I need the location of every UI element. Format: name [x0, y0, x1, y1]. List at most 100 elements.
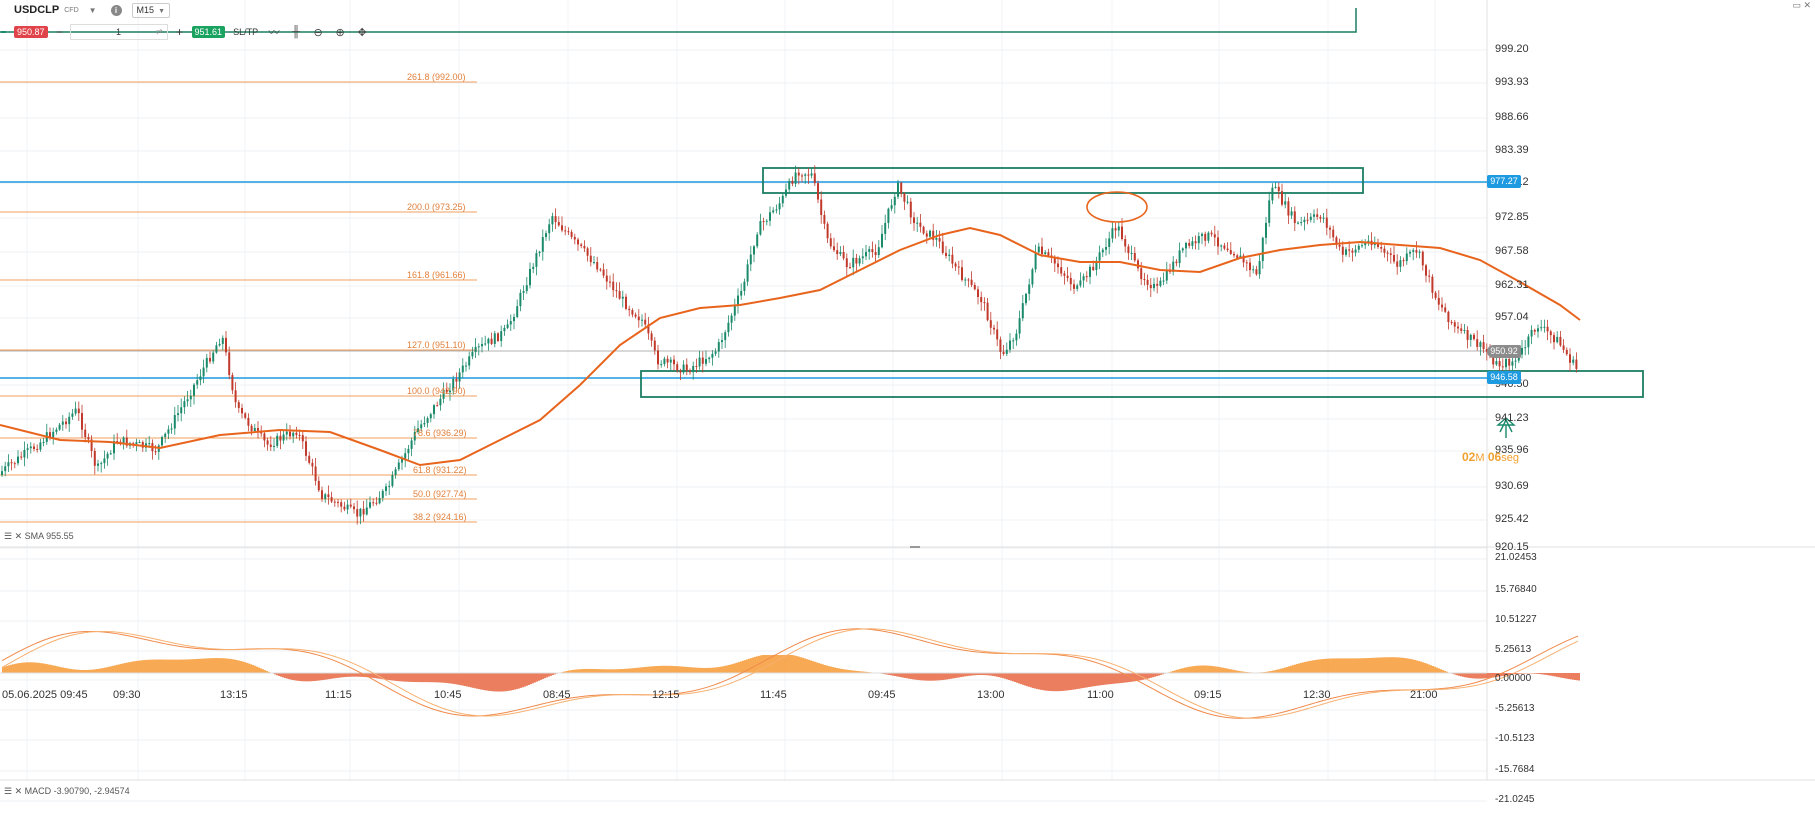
macd-histogram-bar — [1374, 657, 1376, 673]
symbol-dropdown-icon[interactable]: ▼ — [89, 6, 97, 15]
macd-histogram-bar — [916, 673, 918, 680]
macd-histogram-bar — [1076, 673, 1078, 690]
fibonacci-label: 50.0 (927.74) — [413, 489, 467, 499]
macd-histogram-bar — [1376, 657, 1378, 673]
zoom-in-icon[interactable]: ⊕ — [334, 26, 346, 39]
macd-histogram-bar — [522, 673, 524, 688]
macd-histogram-bar — [1350, 658, 1352, 673]
sell-button[interactable]: 950.87 — [14, 26, 48, 38]
candle-body — [17, 456, 19, 464]
macd-legend[interactable]: ☰ ✕ MACD -3.90790, -2.94574 — [4, 786, 130, 797]
candle-body — [516, 306, 519, 317]
macd-histogram-bar — [844, 669, 846, 673]
symbol-name[interactable]: USDCLP — [14, 4, 59, 16]
macd-histogram-bar — [386, 673, 388, 680]
candle-body — [1556, 336, 1559, 343]
macd-histogram-bar — [656, 666, 658, 673]
candle-body — [423, 422, 426, 425]
macd-histogram-bar — [634, 667, 636, 673]
quantity-input[interactable]: 1 ⇄ — [69, 24, 168, 40]
candle-body — [71, 413, 74, 417]
candle-body — [1431, 276, 1434, 293]
macd-histogram-bar — [1086, 673, 1088, 688]
candle-body — [378, 497, 381, 504]
candle-body — [1412, 250, 1415, 252]
candle-body — [641, 319, 643, 321]
macd-histogram-bar — [198, 658, 200, 673]
macd-histogram-bar — [1318, 659, 1320, 673]
macd-histogram-bar — [1084, 673, 1086, 688]
macd-histogram-bar — [172, 659, 174, 673]
macd-histogram-bar — [794, 655, 796, 673]
macd-axis-label: 5.25613 — [1495, 644, 1532, 655]
price-axis-label: 993.93 — [1495, 76, 1529, 88]
candle-body — [1511, 361, 1514, 366]
macd-histogram-bar — [1312, 660, 1314, 673]
candle-body — [845, 258, 848, 268]
macd-histogram-bar — [1088, 673, 1090, 688]
zoom-out-icon[interactable]: ⊖ — [312, 26, 324, 39]
quantity-decrease-button[interactable]: − — [56, 25, 64, 39]
buy-button[interactable]: 951.61 — [191, 26, 226, 38]
candle-body — [148, 443, 151, 445]
macd-histogram-bar — [660, 665, 662, 673]
macd-histogram-bar — [814, 661, 816, 673]
candle-body — [228, 352, 231, 376]
macd-histogram-bar — [180, 659, 182, 673]
candle-body — [823, 215, 826, 224]
candle-body — [637, 316, 640, 321]
macd-histogram-bar — [810, 660, 812, 673]
macd-histogram-bar — [940, 673, 942, 681]
price-chart[interactable] — [0, 0, 1815, 816]
candle-body — [301, 435, 304, 442]
macd-histogram-bar — [1104, 673, 1106, 685]
macd-histogram-bar — [1208, 665, 1210, 673]
candle-body — [1130, 253, 1133, 255]
sltp-button[interactable]: SL/TP — [233, 27, 258, 37]
candle-body — [1505, 358, 1507, 368]
info-icon[interactable]: i — [110, 4, 122, 16]
macd-histogram-bar — [442, 673, 444, 683]
candle-type-icon[interactable]: ╫ — [290, 26, 302, 38]
candle-body — [676, 364, 679, 371]
macd-histogram-bar — [784, 655, 786, 673]
macd-histogram-bar — [178, 659, 180, 673]
quantity-increase-button[interactable]: + — [176, 25, 184, 39]
macd-histogram-bar — [1060, 673, 1062, 692]
timeframe-select[interactable]: M15 ▼ — [131, 2, 170, 18]
candle-body — [1533, 329, 1536, 332]
macd-histogram-bar — [792, 655, 794, 673]
macd-histogram-bar — [944, 673, 946, 680]
macd-histogram-bar — [310, 673, 312, 682]
candle-body — [308, 455, 311, 463]
candle-body — [298, 434, 301, 436]
macd-histogram-bar — [240, 661, 242, 673]
macd-histogram-bar — [1178, 669, 1180, 673]
timeframe-value: M15 — [136, 4, 155, 15]
sma-legend[interactable]: ☰ ✕ SMA 955.55 — [4, 531, 74, 542]
candle-body — [817, 183, 819, 200]
macd-histogram-bar — [434, 673, 436, 683]
macd-histogram-bar — [16, 663, 18, 673]
candle-body — [551, 216, 554, 225]
macd-histogram-bar — [650, 666, 652, 673]
candle-body — [1297, 222, 1299, 224]
macd-histogram-bar — [1082, 673, 1084, 689]
candle-body — [138, 442, 141, 444]
candle-body — [1530, 329, 1533, 337]
candle-body — [1012, 340, 1015, 342]
candle-body — [257, 427, 259, 431]
candle-body — [1329, 227, 1331, 230]
crosshair-move-icon[interactable]: ✥ — [356, 26, 368, 39]
macd-histogram-bar — [332, 673, 334, 679]
candle-body — [353, 506, 355, 510]
macd-histogram-bar — [1474, 673, 1476, 679]
candle-body — [1521, 348, 1523, 355]
macd-histogram-bar — [280, 673, 282, 677]
line-tool-icon[interactable]: 〰 — [268, 24, 280, 40]
macd-histogram-bar — [496, 673, 498, 692]
candle-body — [1108, 238, 1111, 247]
candle-body — [820, 199, 823, 216]
macd-histogram-bar — [912, 673, 914, 680]
candle-body — [1495, 361, 1498, 365]
